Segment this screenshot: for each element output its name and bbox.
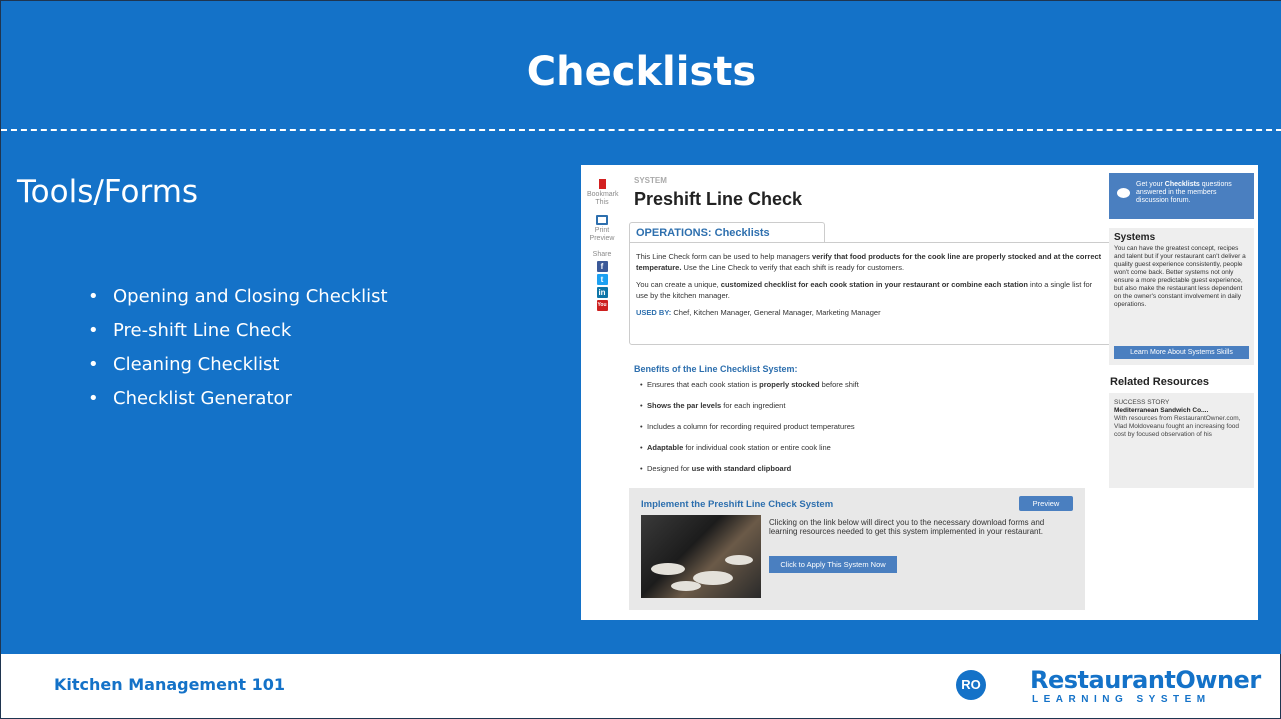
benefit-item: Shows the par levels for each ingredient xyxy=(640,400,859,421)
kitchen-photo xyxy=(641,515,761,598)
bullet-text: Checklist Generator xyxy=(113,388,292,409)
course-name: Kitchen Management 101 xyxy=(54,675,285,694)
related-heading: Related Resources xyxy=(1110,376,1210,388)
print-icon[interactable] xyxy=(596,215,608,225)
benefit-item: Ensures that each cook station is proper… xyxy=(640,379,859,400)
benefit-item: Includes a column for recording required… xyxy=(640,421,859,442)
description-box: This Line Check form can be used to help… xyxy=(629,242,1113,345)
systems-text: You can have the greatest concept, recip… xyxy=(1114,245,1246,308)
bullet-dot: • xyxy=(88,286,99,307)
bullet-dot: • xyxy=(88,320,99,341)
section-label: SYSTEM xyxy=(634,176,667,185)
linkedin-icon[interactable]: in xyxy=(596,287,608,298)
tab-operations-checklists[interactable]: OPERATIONS: Checklists xyxy=(629,222,825,242)
bullet-dot: • xyxy=(88,388,99,409)
slide-subtitle: Tools/Forms xyxy=(17,174,199,210)
bullet-dot: • xyxy=(88,354,99,375)
related-panel[interactable]: SUCCESS STORY Mediterranean Sandwich Co.… xyxy=(1109,393,1254,488)
facebook-icon[interactable]: f xyxy=(596,261,608,272)
description-paragraph: You can create a unique, customized chec… xyxy=(636,280,1093,300)
slide-title: Checklists xyxy=(526,49,757,95)
systems-panel: Systems You can have the greatest concep… xyxy=(1109,228,1254,365)
bullet-item: • Checklist Generator xyxy=(88,382,388,416)
used-by: USED BY: Chef, Kitchen Manager, General … xyxy=(636,308,881,317)
twitter-icon[interactable]: t xyxy=(596,274,608,285)
logo-monogram: RO xyxy=(956,670,986,700)
restaurantowner-logo: RO RestaurantOwner LEARNING SYSTEM xyxy=(956,666,1261,710)
learn-more-button[interactable]: Learn More About Systems Skills xyxy=(1114,346,1249,359)
slide-body: Checklists Tools/Forms • Opening and Clos… xyxy=(1,1,1281,654)
logo-tagline: LEARNING SYSTEM xyxy=(1032,694,1211,705)
implement-text: Clicking on the link below will direct y… xyxy=(769,518,1045,536)
implement-heading[interactable]: Implement the Preshift Line Check System xyxy=(641,499,833,510)
bookmark-icon[interactable] xyxy=(598,179,606,189)
benefits-heading: Benefits of the Line Checklist System: xyxy=(634,364,798,374)
related-title[interactable]: Mediterranean Sandwich Co.... xyxy=(1114,407,1249,415)
page-title: Preshift Line Check xyxy=(634,189,803,209)
chat-bubble-icon xyxy=(1117,188,1130,198)
bullet-text: Pre-shift Line Check xyxy=(113,320,292,341)
related-text: With resources from RestaurantOwner.com,… xyxy=(1114,415,1241,438)
share-sidebar: Bookmark This Print Preview Share f t in… xyxy=(587,179,619,313)
bullet-item: • Cleaning Checklist xyxy=(88,348,388,382)
logo-name: RestaurantOwner xyxy=(1030,666,1261,694)
bullet-text: Opening and Closing Checklist xyxy=(113,286,388,307)
bullet-item: • Opening and Closing Checklist xyxy=(88,280,388,314)
apply-system-button[interactable]: Click to Apply This System Now xyxy=(769,556,897,573)
preview-button[interactable]: Preview xyxy=(1019,496,1073,511)
systems-heading: Systems xyxy=(1114,232,1156,243)
description-paragraph: This Line Check form can be used to help… xyxy=(636,252,1102,272)
benefits-list: Ensures that each cook station is proper… xyxy=(640,379,859,484)
bullet-item: • Pre-shift Line Check xyxy=(88,314,388,348)
slide: Checklists Tools/Forms • Opening and Clos… xyxy=(0,0,1281,719)
share-label: Share xyxy=(592,251,612,258)
webpage-screenshot: Bookmark This Print Preview Share f t in… xyxy=(581,165,1258,620)
benefit-item: Designed for use with standard clipboard xyxy=(640,463,859,484)
forum-banner[interactable]: Get your Checklists questions answered i… xyxy=(1109,173,1254,219)
implement-panel: Implement the Preshift Line Check System… xyxy=(629,488,1085,610)
dashed-divider xyxy=(1,129,1281,131)
bullet-text: Cleaning Checklist xyxy=(113,354,280,375)
bullet-list: • Opening and Closing Checklist • Pre-shif… xyxy=(88,280,388,416)
related-kind: SUCCESS STORY xyxy=(1114,399,1170,406)
benefit-item: Adaptable for individual cook station or… xyxy=(640,442,859,463)
bookmark-label[interactable]: Bookmark This xyxy=(587,191,619,207)
youtube-icon[interactable]: You xyxy=(596,300,608,311)
print-label[interactable]: Print Preview xyxy=(587,227,617,243)
